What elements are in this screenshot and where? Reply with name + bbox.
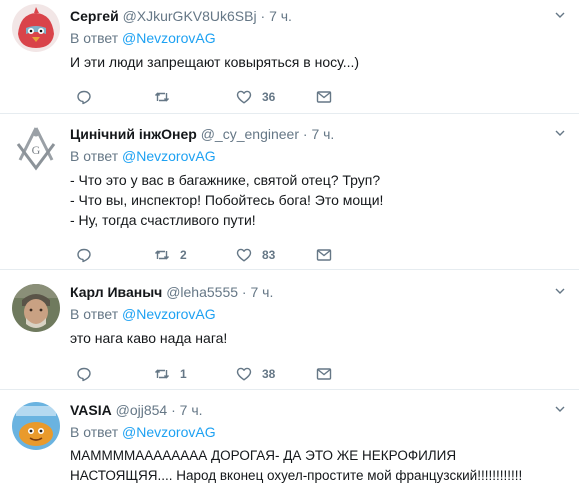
cartoon-pancake-avatar-image (12, 402, 60, 450)
reply-context: В ответ @NevzorovAG (70, 28, 569, 48)
tweet-actions: 2 83 (70, 246, 350, 264)
tweet-text-line: - Ну, тогда счастливого пути! (70, 212, 256, 228)
avatar[interactable] (12, 284, 60, 332)
like-button[interactable]: 83 (236, 246, 275, 264)
reply-context: В ответ @NevzorovAG (70, 146, 569, 166)
user-handle[interactable]: @_cy_engineer (201, 126, 299, 142)
man-photo-avatar-image (12, 284, 60, 332)
avatar[interactable]: G (12, 124, 60, 172)
envelope-icon (316, 249, 332, 261)
heart-icon (236, 367, 252, 381)
reply-prefix: В ответ (70, 148, 119, 164)
reply-icon (77, 248, 91, 263)
avatar[interactable] (12, 4, 60, 52)
display-name[interactable]: Цинічний інжОнер (70, 126, 197, 142)
reply-prefix: В ответ (70, 30, 119, 46)
retweet-icon (154, 92, 170, 102)
timestamp[interactable]: 7 ч. (250, 284, 273, 300)
tweet[interactable]: G Цинічний інжОнер @_cy_engineer · 7 ч. … (0, 114, 579, 270)
user-handle[interactable]: @XJkurGKV8Uk6SBj (123, 8, 257, 24)
tweet-text-line: МАММММАААААААА ДОРОГАЯ- ДА ЭТО ЖЕ НЕКРОФ… (70, 448, 457, 463)
angry-bird-avatar-image (12, 4, 60, 52)
avatar[interactable] (12, 402, 60, 450)
reply-icon (77, 367, 91, 382)
retweet-count: 1 (180, 367, 187, 381)
reply-mention-link[interactable]: @NevzorovAG (122, 424, 216, 440)
like-count: 83 (262, 248, 276, 262)
timestamp[interactable]: 7 ч. (180, 402, 203, 418)
tweet[interactable]: Карл Иваныч @leha5555 · 7 ч. В ответ @Ne… (0, 270, 579, 390)
reply-icon (77, 90, 91, 105)
heart-icon (236, 248, 252, 262)
tweet-text-line: - Что это у вас в багажнике, святой отец… (70, 172, 381, 188)
separator-dot: · (302, 126, 308, 142)
tweet-text: это нага каво нада нага! (70, 328, 569, 348)
retweet-button[interactable] (154, 88, 180, 106)
like-count: 38 (262, 367, 276, 381)
user-handle[interactable]: @ojj854 (116, 402, 168, 418)
heart-icon (236, 90, 252, 104)
reply-button[interactable] (76, 246, 92, 264)
tweet[interactable]: Сергей @XJkurGKV8Uk6SBj · 7 ч. В ответ @… (0, 0, 579, 114)
tweet-actions: 36 (70, 88, 350, 106)
reply-mention-link[interactable]: @NevzorovAG (122, 30, 216, 46)
retweet-icon (154, 369, 170, 379)
envelope-icon (316, 368, 332, 380)
envelope-icon (316, 91, 332, 103)
reply-button[interactable] (76, 88, 92, 106)
like-count: 36 (262, 90, 276, 104)
chevron-down-icon[interactable] (555, 128, 565, 138)
direct-message-button[interactable] (316, 88, 332, 106)
tweet-text: И эти люди запрещают ковыряться в носу..… (70, 52, 569, 72)
display-name[interactable]: Карл Иваныч (70, 284, 162, 300)
retweet-count: 2 (180, 248, 187, 262)
like-button[interactable]: 38 (236, 365, 275, 383)
tweet-text-line: это нага каво нада нага! (70, 330, 228, 346)
retweet-button[interactable]: 2 (154, 246, 187, 264)
separator-dot: · (260, 8, 266, 24)
chevron-down-icon[interactable] (555, 10, 565, 20)
masonic-emblem-avatar-image: G (12, 124, 60, 172)
tweet-text-line: НАСТОЯЩЯЯ.... Народ вконец охуел-простит… (70, 468, 523, 483)
tweet-text: - Что это у вас в багажнике, святой отец… (70, 170, 569, 230)
tweet-text: МАММММАААААААА ДОРОГАЯ- ДА ЭТО ЖЕ НЕКРОФ… (70, 446, 569, 486)
svg-text:G: G (32, 143, 41, 157)
chevron-down-icon[interactable] (555, 286, 565, 296)
chevron-down-icon[interactable] (555, 404, 565, 414)
tweet[interactable]: VASIA @ojj854 · 7 ч. В ответ @NevzorovAG… (0, 390, 579, 500)
separator-dot: · (171, 402, 176, 418)
reply-context: В ответ @NevzorovAG (70, 304, 569, 324)
timestamp[interactable]: 7 ч. (311, 126, 334, 142)
like-button[interactable]: 36 (236, 88, 275, 106)
retweet-icon (154, 250, 170, 260)
reply-button[interactable] (76, 365, 92, 383)
reply-prefix: В ответ (70, 424, 119, 440)
retweet-button[interactable]: 1 (154, 365, 187, 383)
reply-mention-link[interactable]: @NevzorovAG (122, 148, 216, 164)
direct-message-button[interactable] (316, 365, 332, 383)
reply-prefix: В ответ (70, 306, 119, 322)
separator-dot: · (241, 284, 247, 300)
tweet-text-line: И эти люди запрещают ковыряться в носу..… (70, 54, 360, 70)
timestamp[interactable]: 7 ч. (269, 8, 292, 24)
tweet-actions: 1 38 (70, 365, 350, 383)
reply-context: В ответ @NevzorovAG (70, 422, 569, 442)
user-handle[interactable]: @leha5555 (166, 284, 238, 300)
direct-message-button[interactable] (316, 246, 332, 264)
display-name[interactable]: Сергей (70, 8, 119, 24)
reply-mention-link[interactable]: @NevzorovAG (122, 306, 216, 322)
display-name[interactable]: VASIA (70, 402, 112, 418)
tweet-text-line: - Что вы, инспектор! Побойтесь бога! Это… (70, 192, 384, 208)
